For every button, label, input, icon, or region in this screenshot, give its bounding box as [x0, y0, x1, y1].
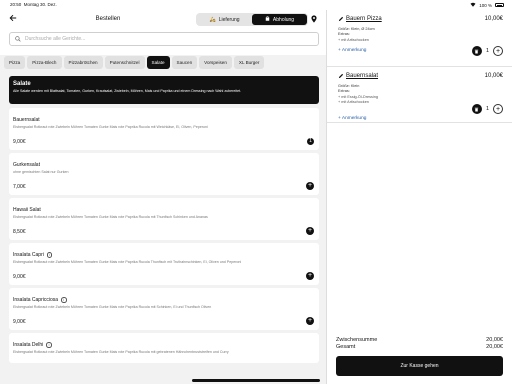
- search-field: [9, 32, 319, 46]
- cart-item-price: 10,00€: [484, 73, 503, 79]
- cart-item-extra: + mit Artischocken: [338, 99, 369, 104]
- category-description: Alle Salate werden mit Blattsalat, Tomat…: [13, 89, 242, 93]
- status-time: 20:50 Montag 30. Dez.: [10, 2, 57, 7]
- pencil-icon: [338, 16, 344, 22]
- menu-item-list: Bauernsalat Eisbergsalat Rotkraut rote Z…: [9, 108, 319, 366]
- cart-item-price: 10,00€: [484, 16, 503, 22]
- info-icon[interactable]: i: [46, 342, 52, 348]
- trash-icon: [475, 49, 479, 53]
- item-description: Eisbergsalat Rotkraut rote Zwiebeln Möhr…: [13, 125, 208, 129]
- category-tab-pizza[interactable]: Pizza: [4, 56, 26, 69]
- subtotal-row: Zwischensumme 20,00€: [336, 337, 503, 343]
- back-button[interactable]: [9, 14, 17, 25]
- cart-item-details: Größe: Klein Extras: + mit Essig-Öl-Dres…: [338, 84, 378, 105]
- total-row: Gesamt 20,00€: [336, 344, 503, 350]
- category-tab-putenschnitzel[interactable]: Putenschnitzel: [104, 56, 145, 69]
- battery-icon: [495, 3, 504, 7]
- bag-icon: [265, 16, 270, 23]
- item-name: Insalata Capricciosa: [13, 297, 59, 303]
- category-tab-vorspeisen[interactable]: Vorspeisen: [199, 56, 232, 69]
- category-tabs: Pizza Pizza-Blech Pizzabrötchen Putensch…: [4, 56, 324, 70]
- add-item-button[interactable]: +: [306, 272, 314, 280]
- cart-panel: Bauern Pizza 10,00€ Größe: Klein, Ø 24cm…: [327, 10, 512, 384]
- menu-item[interactable]: Insalata Capricciosa i Eisbergsalat Rotkr…: [9, 288, 319, 330]
- subtotal-value: 20,00€: [486, 337, 503, 343]
- trash-icon: [475, 107, 479, 111]
- cart-item-extra: + mit Artischocken: [338, 37, 369, 42]
- quantity-stepper: 1 +: [471, 104, 503, 114]
- mode-pickup[interactable]: Abholung: [252, 14, 307, 25]
- item-description: ohne gemischten Salat nur Gurken: [13, 170, 69, 174]
- item-name: Insalata Capri: [13, 252, 44, 258]
- quantity-value: 1: [485, 48, 489, 54]
- checkout-button[interactable]: Zur Kasse gehen: [336, 356, 503, 376]
- cart-item-details: Größe: Klein, Ø 24cm Extras: + mit Artis…: [338, 27, 375, 43]
- page-title: Bestellen: [95, 16, 121, 22]
- category-title: Salate: [13, 81, 31, 87]
- item-price: 7,00€: [13, 184, 26, 190]
- status-right: 100 %: [470, 2, 504, 8]
- total-label: Gesamt: [336, 344, 356, 350]
- increase-quantity-button[interactable]: +: [493, 104, 503, 114]
- add-note-link[interactable]: + Anmerkung: [338, 48, 366, 53]
- item-name: Insalata Delhi: [13, 342, 44, 348]
- item-description: Eisbergsalat Rotkraut rote Zwiebeln Möhr…: [13, 350, 229, 354]
- remove-item-button[interactable]: [471, 46, 482, 56]
- item-count-badge[interactable]: 1: [307, 138, 314, 145]
- category-tab-salate[interactable]: Salate: [146, 56, 170, 69]
- wifi-icon: [470, 2, 476, 8]
- arrow-left-icon: [9, 14, 17, 22]
- pencil-icon: [338, 73, 344, 79]
- category-tab-xl-burger[interactable]: XL Burger: [233, 56, 265, 69]
- item-name: Gurkensalat: [13, 162, 40, 168]
- item-price: 9,00€: [13, 139, 26, 145]
- subtotal-label: Zwischensumme: [336, 337, 378, 343]
- item-price: 9,00€: [13, 274, 26, 280]
- cart-item-edit-link[interactable]: Bauern Pizza: [338, 16, 382, 22]
- battery-percent: 100 %: [479, 2, 492, 8]
- info-icon[interactable]: i: [46, 252, 53, 258]
- menu-panel: Bestellen 🛵 Lieferung Abholung Pizza Piz…: [0, 10, 326, 384]
- add-item-button[interactable]: +: [306, 182, 314, 190]
- menu-item[interactable]: Insalata Capri i Eisbergsalat Rotkraut ro…: [9, 243, 319, 285]
- delivery-mode-toggle: 🛵 Lieferung Abholung: [196, 13, 308, 26]
- info-icon[interactable]: i: [61, 297, 67, 303]
- category-tab-pizzabroetchen[interactable]: Pizzabrötchen: [63, 56, 103, 69]
- cart-item: Bauernsalat 10,00€ Größe: Klein Extras: …: [327, 67, 512, 123]
- item-description: Eisbergsalat Rotkraut rote Zwiebeln Möhr…: [13, 305, 212, 309]
- item-description: Eisbergsalat Rotkraut rote Zwiebeln Möhr…: [13, 260, 242, 264]
- add-item-button[interactable]: +: [306, 227, 314, 235]
- cart-item-name: Bauern Pizza: [346, 16, 382, 22]
- quantity-value: 1: [485, 106, 489, 112]
- menu-item[interactable]: Insalata Delhi i Eisbergsalat Rotkraut ro…: [9, 333, 319, 363]
- delivery-icon: 🛵: [209, 16, 216, 23]
- add-note-link[interactable]: + Anmerkung: [338, 116, 366, 121]
- home-indicator: [192, 379, 320, 382]
- menu-item[interactable]: Bauernsalat Eisbergsalat Rotkraut rote Z…: [9, 108, 319, 150]
- category-banner: Salate Alle Salate werden mit Blattsalat…: [9, 76, 319, 104]
- cart-item-name: Bauernsalat: [346, 73, 379, 79]
- item-name: Bauernsalat: [13, 117, 40, 123]
- item-name: Hawaii Salat: [13, 207, 41, 213]
- mode-delivery[interactable]: 🛵 Lieferung: [197, 14, 252, 25]
- search-icon: [15, 36, 21, 42]
- category-tab-saucen[interactable]: Saucen: [171, 56, 198, 69]
- status-bar: 20:50 Montag 30. Dez. 100 %: [0, 0, 512, 10]
- item-price: 9,00€: [13, 319, 26, 325]
- increase-quantity-button[interactable]: +: [493, 46, 503, 56]
- add-item-button[interactable]: +: [306, 317, 314, 325]
- item-price: 8,50€: [13, 229, 26, 235]
- menu-item[interactable]: Hawaii Salat Eisbergsalat Rotkraut rote …: [9, 198, 319, 240]
- menu-header: Bestellen 🛵 Lieferung Abholung: [0, 10, 326, 55]
- total-value: 20,00€: [486, 344, 503, 350]
- remove-item-button[interactable]: [471, 104, 482, 114]
- category-tab-pizza-blech[interactable]: Pizza-Blech: [27, 56, 62, 69]
- item-description: Eisbergsalat Rotkraut rote Zwiebeln Möhr…: [13, 215, 208, 219]
- search-input[interactable]: [25, 36, 305, 42]
- location-pin-icon[interactable]: [311, 15, 317, 23]
- menu-item[interactable]: Gurkensalat ohne gemischten Salat nur Gu…: [9, 153, 319, 195]
- quantity-stepper: 1 +: [471, 46, 503, 56]
- cart-item: Bauern Pizza 10,00€ Größe: Klein, Ø 24cm…: [327, 10, 512, 67]
- cart-item-edit-link[interactable]: Bauernsalat: [338, 73, 378, 79]
